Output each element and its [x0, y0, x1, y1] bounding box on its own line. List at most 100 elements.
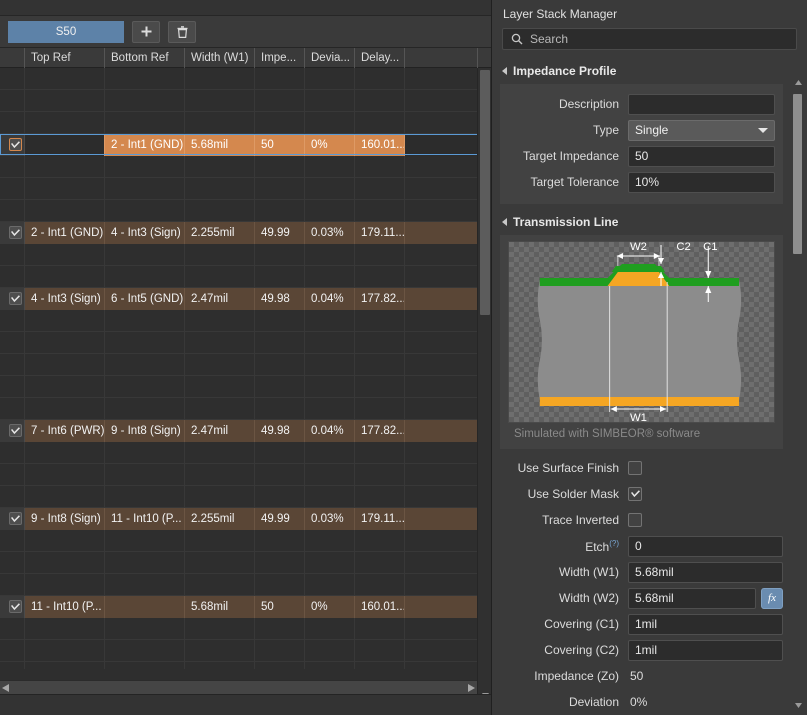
properties-vertical-scrollbar[interactable] — [792, 79, 804, 711]
cell-imp — [255, 464, 305, 486]
cell-width — [185, 530, 255, 552]
field-row-etch: Etch(?) 0 — [500, 533, 783, 559]
field-input-target-tolerance[interactable]: 10% — [628, 171, 775, 193]
table-row[interactable]: 11 - Int10 (P... 5.68mil 50 0% 160.01... — [0, 596, 491, 618]
cell-delay: 179.11... — [355, 222, 405, 244]
field-input-covering-c2[interactable]: 1mil — [628, 639, 783, 661]
panel-scroll-thumb[interactable] — [793, 94, 802, 254]
table-row[interactable]: 7 - Int6 (PWR) 9 - Int8 (Sign) 2.47mil 49.9… — [0, 420, 491, 442]
field-input-covering-c1[interactable]: 1mil — [628, 613, 783, 635]
table-column-header-botref[interactable]: Bottom Ref — [105, 48, 185, 68]
field-input-target-impedance[interactable]: 50 — [628, 145, 775, 167]
cell-imp — [255, 266, 305, 288]
cell-imp — [255, 90, 305, 112]
cell-width — [185, 332, 255, 354]
formula-button-width-w2[interactable]: fx — [761, 587, 783, 609]
row-checkbox-cell — [0, 486, 25, 508]
row-checkbox[interactable] — [8, 600, 22, 613]
cell-rest — [405, 442, 478, 464]
cell-topref — [25, 464, 105, 486]
table-row-empty — [0, 618, 491, 640]
cell-topref — [25, 200, 105, 222]
cell-imp — [255, 156, 305, 178]
panel-scroll-down-arrow-icon[interactable] — [792, 699, 804, 711]
row-checkbox-cell — [0, 596, 25, 618]
row-checkbox-cell — [0, 552, 25, 574]
search-input[interactable]: Search — [502, 28, 797, 50]
cell-width — [185, 398, 255, 420]
table-column-header-width[interactable]: Width (W1) — [185, 48, 255, 68]
cell-width: 2.255mil — [185, 222, 255, 244]
table-row[interactable]: 2 - Int1 (GND) 5.68mil 50 0% 160.01... — [0, 134, 491, 156]
cell-delay — [355, 200, 405, 222]
cell-rest — [405, 618, 478, 640]
row-checkbox[interactable] — [8, 226, 22, 239]
cell-topref — [25, 266, 105, 288]
cell-topref: 11 - Int10 (P... — [25, 596, 105, 618]
table-row[interactable]: 4 - Int3 (Sign) 6 - Int5 (GND) 2.47mil 49.9… — [0, 288, 491, 310]
table-column-header-check[interactable] — [0, 48, 25, 68]
cross-section-svg: W2 C2 C1 W1 — [537, 241, 742, 424]
cell-topref — [25, 178, 105, 200]
row-checkbox[interactable] — [8, 424, 22, 437]
cell-botref — [105, 464, 185, 486]
delete-profile-button[interactable] — [168, 20, 196, 43]
cell-imp — [255, 112, 305, 134]
cell-delay — [355, 662, 405, 669]
field-label-use-solder-mask: Use Solder Mask — [527, 487, 619, 501]
field-input-width-w2[interactable]: 5.68mil — [628, 587, 756, 609]
cell-rest — [405, 178, 478, 200]
cell-delay — [355, 574, 405, 596]
panel-scroll-up-arrow-icon[interactable] — [792, 76, 804, 88]
field-input-description[interactable] — [628, 93, 775, 115]
section-header-transmission-line[interactable]: Transmission Line — [492, 210, 787, 235]
table-scroll-thumb[interactable] — [480, 70, 490, 315]
cell-topref — [25, 552, 105, 574]
cell-delay: 160.01... — [355, 134, 405, 156]
table-vertical-scrollbar[interactable] — [477, 68, 491, 715]
checkbox-use-surface-finish[interactable] — [628, 461, 642, 475]
table-row-empty — [0, 662, 491, 669]
row-checkbox[interactable] — [8, 138, 22, 151]
table-row[interactable]: 9 - Int8 (Sign) 11 - Int10 (P... 2.255mil 4… — [0, 508, 491, 530]
scroll-right-arrow-icon[interactable] — [468, 683, 475, 692]
scroll-left-arrow-icon[interactable] — [2, 683, 9, 692]
checkbox-use-solder-mask[interactable] — [628, 487, 642, 501]
row-checkbox[interactable] — [8, 292, 22, 305]
row-checkbox-cell — [0, 90, 25, 112]
field-select-type[interactable]: Single — [628, 119, 775, 141]
table-column-header-delay[interactable]: Delay... — [355, 48, 405, 68]
table-row-empty — [0, 178, 491, 200]
cell-topref — [25, 354, 105, 376]
cell-width: 2.255mil — [185, 508, 255, 530]
cell-botref — [105, 68, 185, 90]
field-input-etch[interactable]: 0 — [628, 535, 783, 557]
cell-delay: 179.11... — [355, 508, 405, 530]
table-column-header-dev[interactable]: Devia... — [305, 48, 355, 68]
field-row-covering-c2: Covering (C2) 1mil — [500, 637, 783, 663]
cell-botref — [105, 552, 185, 574]
cell-rest — [405, 420, 478, 442]
row-checkbox-cell — [0, 222, 25, 244]
cell-delay — [355, 398, 405, 420]
checkbox-trace-inverted[interactable] — [628, 513, 642, 527]
add-profile-button[interactable] — [132, 20, 160, 43]
table-row[interactable]: 2 - Int1 (GND) 4 - Int3 (Sign) 2.255mil 49.… — [0, 222, 491, 244]
cell-width — [185, 112, 255, 134]
cell-topref — [25, 310, 105, 332]
table-column-header-topref[interactable]: Top Ref — [25, 48, 105, 68]
cell-dev — [305, 574, 355, 596]
cell-botref — [105, 354, 185, 376]
section-header-impedance-profile[interactable]: Impedance Profile — [492, 59, 787, 84]
row-checkbox[interactable] — [8, 512, 22, 525]
cell-imp — [255, 486, 305, 508]
profile-tab-s50[interactable]: S50 — [8, 20, 124, 43]
table-column-header-imp[interactable]: Impe... — [255, 48, 305, 68]
field-input-width-w1[interactable]: 5.68mil — [628, 561, 783, 583]
cell-width — [185, 354, 255, 376]
cell-botref — [105, 662, 185, 669]
table-horizontal-scrollbar[interactable] — [0, 680, 477, 694]
table-column-header-rest[interactable] — [405, 48, 478, 68]
help-icon[interactable]: (?) — [609, 539, 619, 548]
cell-dev: 0.03% — [305, 222, 355, 244]
